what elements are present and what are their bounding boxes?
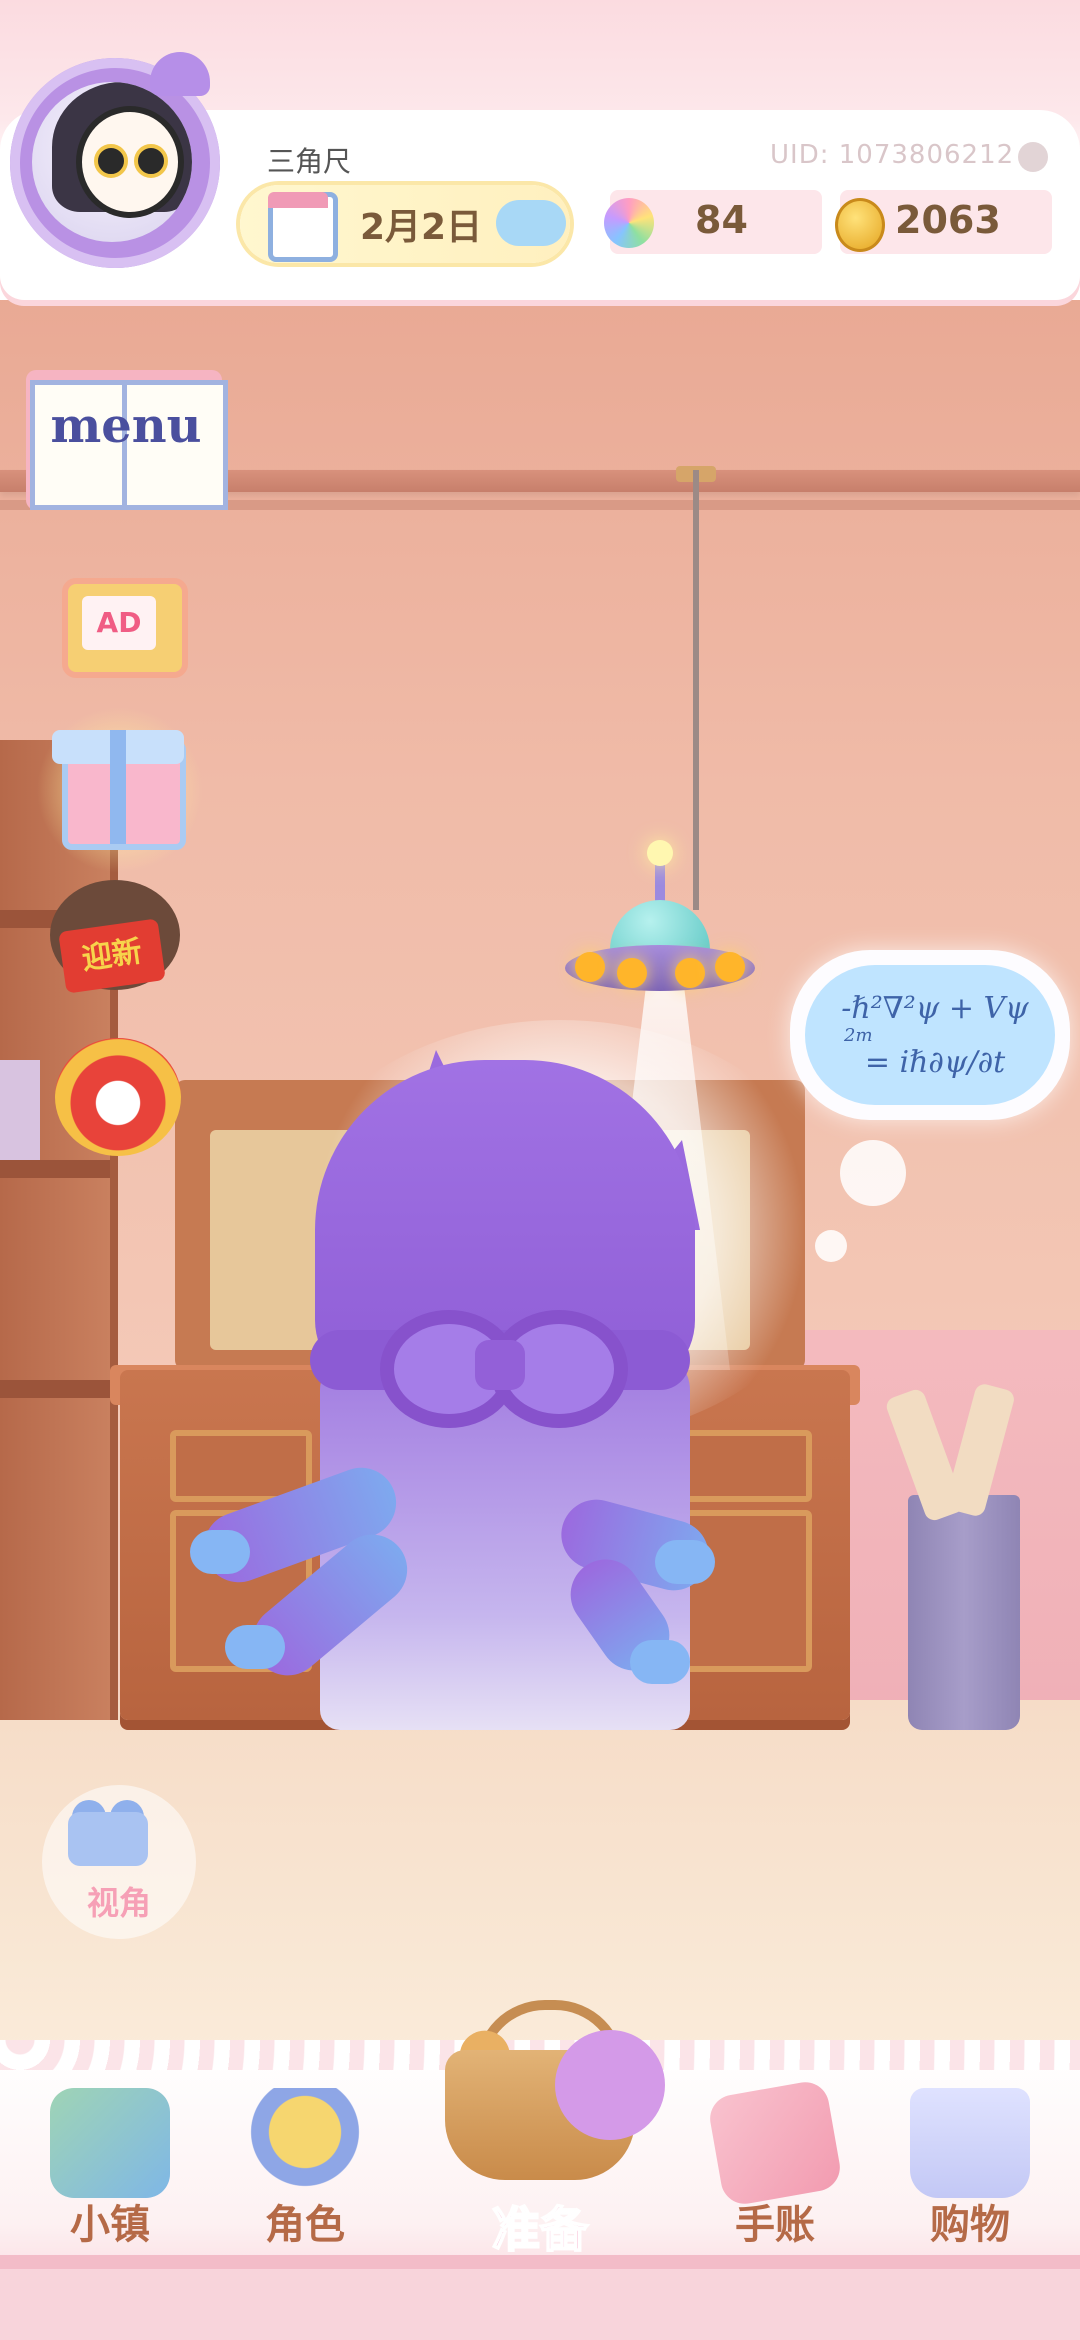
coins-value: 2063 (895, 198, 1001, 242)
rainbow-star-icon (604, 198, 654, 248)
camera-view-label: 视角 (86, 1884, 151, 1922)
coin-icon (835, 198, 885, 252)
ufo-bulb (647, 840, 673, 866)
thought-formula: -ℏ²∇²ψ + Vψ 2m = iℏ∂ψ/∂t (820, 990, 1050, 1082)
nav-item-shop[interactable]: 购物 (885, 2080, 1055, 2260)
tentacle-tip (630, 1640, 690, 1684)
game-scene[interactable]: -ℏ²∇²ψ + Vψ 2m = iℏ∂ψ/∂t (0, 0, 1080, 2340)
stars-value: 84 (695, 198, 748, 242)
lamp-cord (693, 470, 699, 910)
copy-icon[interactable] (1018, 142, 1048, 172)
gift-ribbon (110, 730, 126, 844)
menu-button[interactable]: menu (26, 360, 236, 510)
weather-cloud-icon (496, 200, 566, 246)
ufo-light (575, 952, 605, 982)
nav-item-town[interactable]: 小镇 (25, 2080, 195, 2260)
player-uid: UID: 1073806212 (770, 140, 1015, 170)
shopping-bag-icon (910, 2088, 1030, 2198)
tentacle-tip (190, 1530, 250, 1574)
nav-label: 角色 (265, 2202, 345, 2248)
nav-item-journal[interactable]: 手账 (690, 2078, 860, 2260)
shelf-box (0, 1060, 40, 1160)
bow-knot (475, 1340, 525, 1390)
bottom-footer (0, 2269, 1080, 2340)
lion-dance-event-button[interactable] (55, 1038, 181, 1156)
ufo-light (675, 958, 705, 988)
ad-label: AD (82, 596, 156, 650)
avatar-skull (76, 106, 184, 218)
avatar-eye (94, 144, 128, 178)
camera-icon (68, 1812, 148, 1866)
ufo-lamp[interactable] (565, 840, 755, 1000)
nav-label: 购物 (930, 2202, 1010, 2248)
nav-label: 小镇 (70, 2202, 150, 2248)
cabinet-drawer (670, 1430, 812, 1502)
paper-bin (908, 1495, 1020, 1730)
tentacle-tip (655, 1540, 715, 1584)
ufo-antenna (655, 862, 665, 902)
character-icon (245, 2088, 365, 2198)
character-bow (380, 1300, 628, 1440)
journal-icon (706, 2078, 844, 2208)
thought-dot (840, 1140, 906, 1206)
hat-icon (555, 2030, 665, 2140)
player-name: 三角尺 (267, 145, 352, 178)
nav-item-character[interactable]: 角色 (220, 2080, 390, 2260)
ad-button[interactable]: AD (62, 578, 188, 678)
formula-line: = iℏ∂ψ/∂t (864, 1045, 1006, 1080)
ufo-light (715, 952, 745, 982)
ufo-light (617, 958, 647, 988)
calendar-icon (268, 192, 338, 262)
tentacle-tip (225, 1625, 285, 1669)
formula-line: -ℏ²∇²ψ + Vψ (841, 991, 1029, 1026)
avatar-portrait (32, 82, 192, 242)
current-date: 2月2日 (360, 207, 483, 248)
formula-line: 2m (844, 1025, 873, 1046)
map-icon (50, 2088, 170, 2198)
nav-label-prepare: 准备 (491, 2201, 589, 2259)
menu-label: menu (50, 398, 202, 454)
thought-dot (815, 1230, 847, 1262)
avatar-eye (134, 144, 168, 178)
nav-label: 手账 (735, 2202, 815, 2248)
